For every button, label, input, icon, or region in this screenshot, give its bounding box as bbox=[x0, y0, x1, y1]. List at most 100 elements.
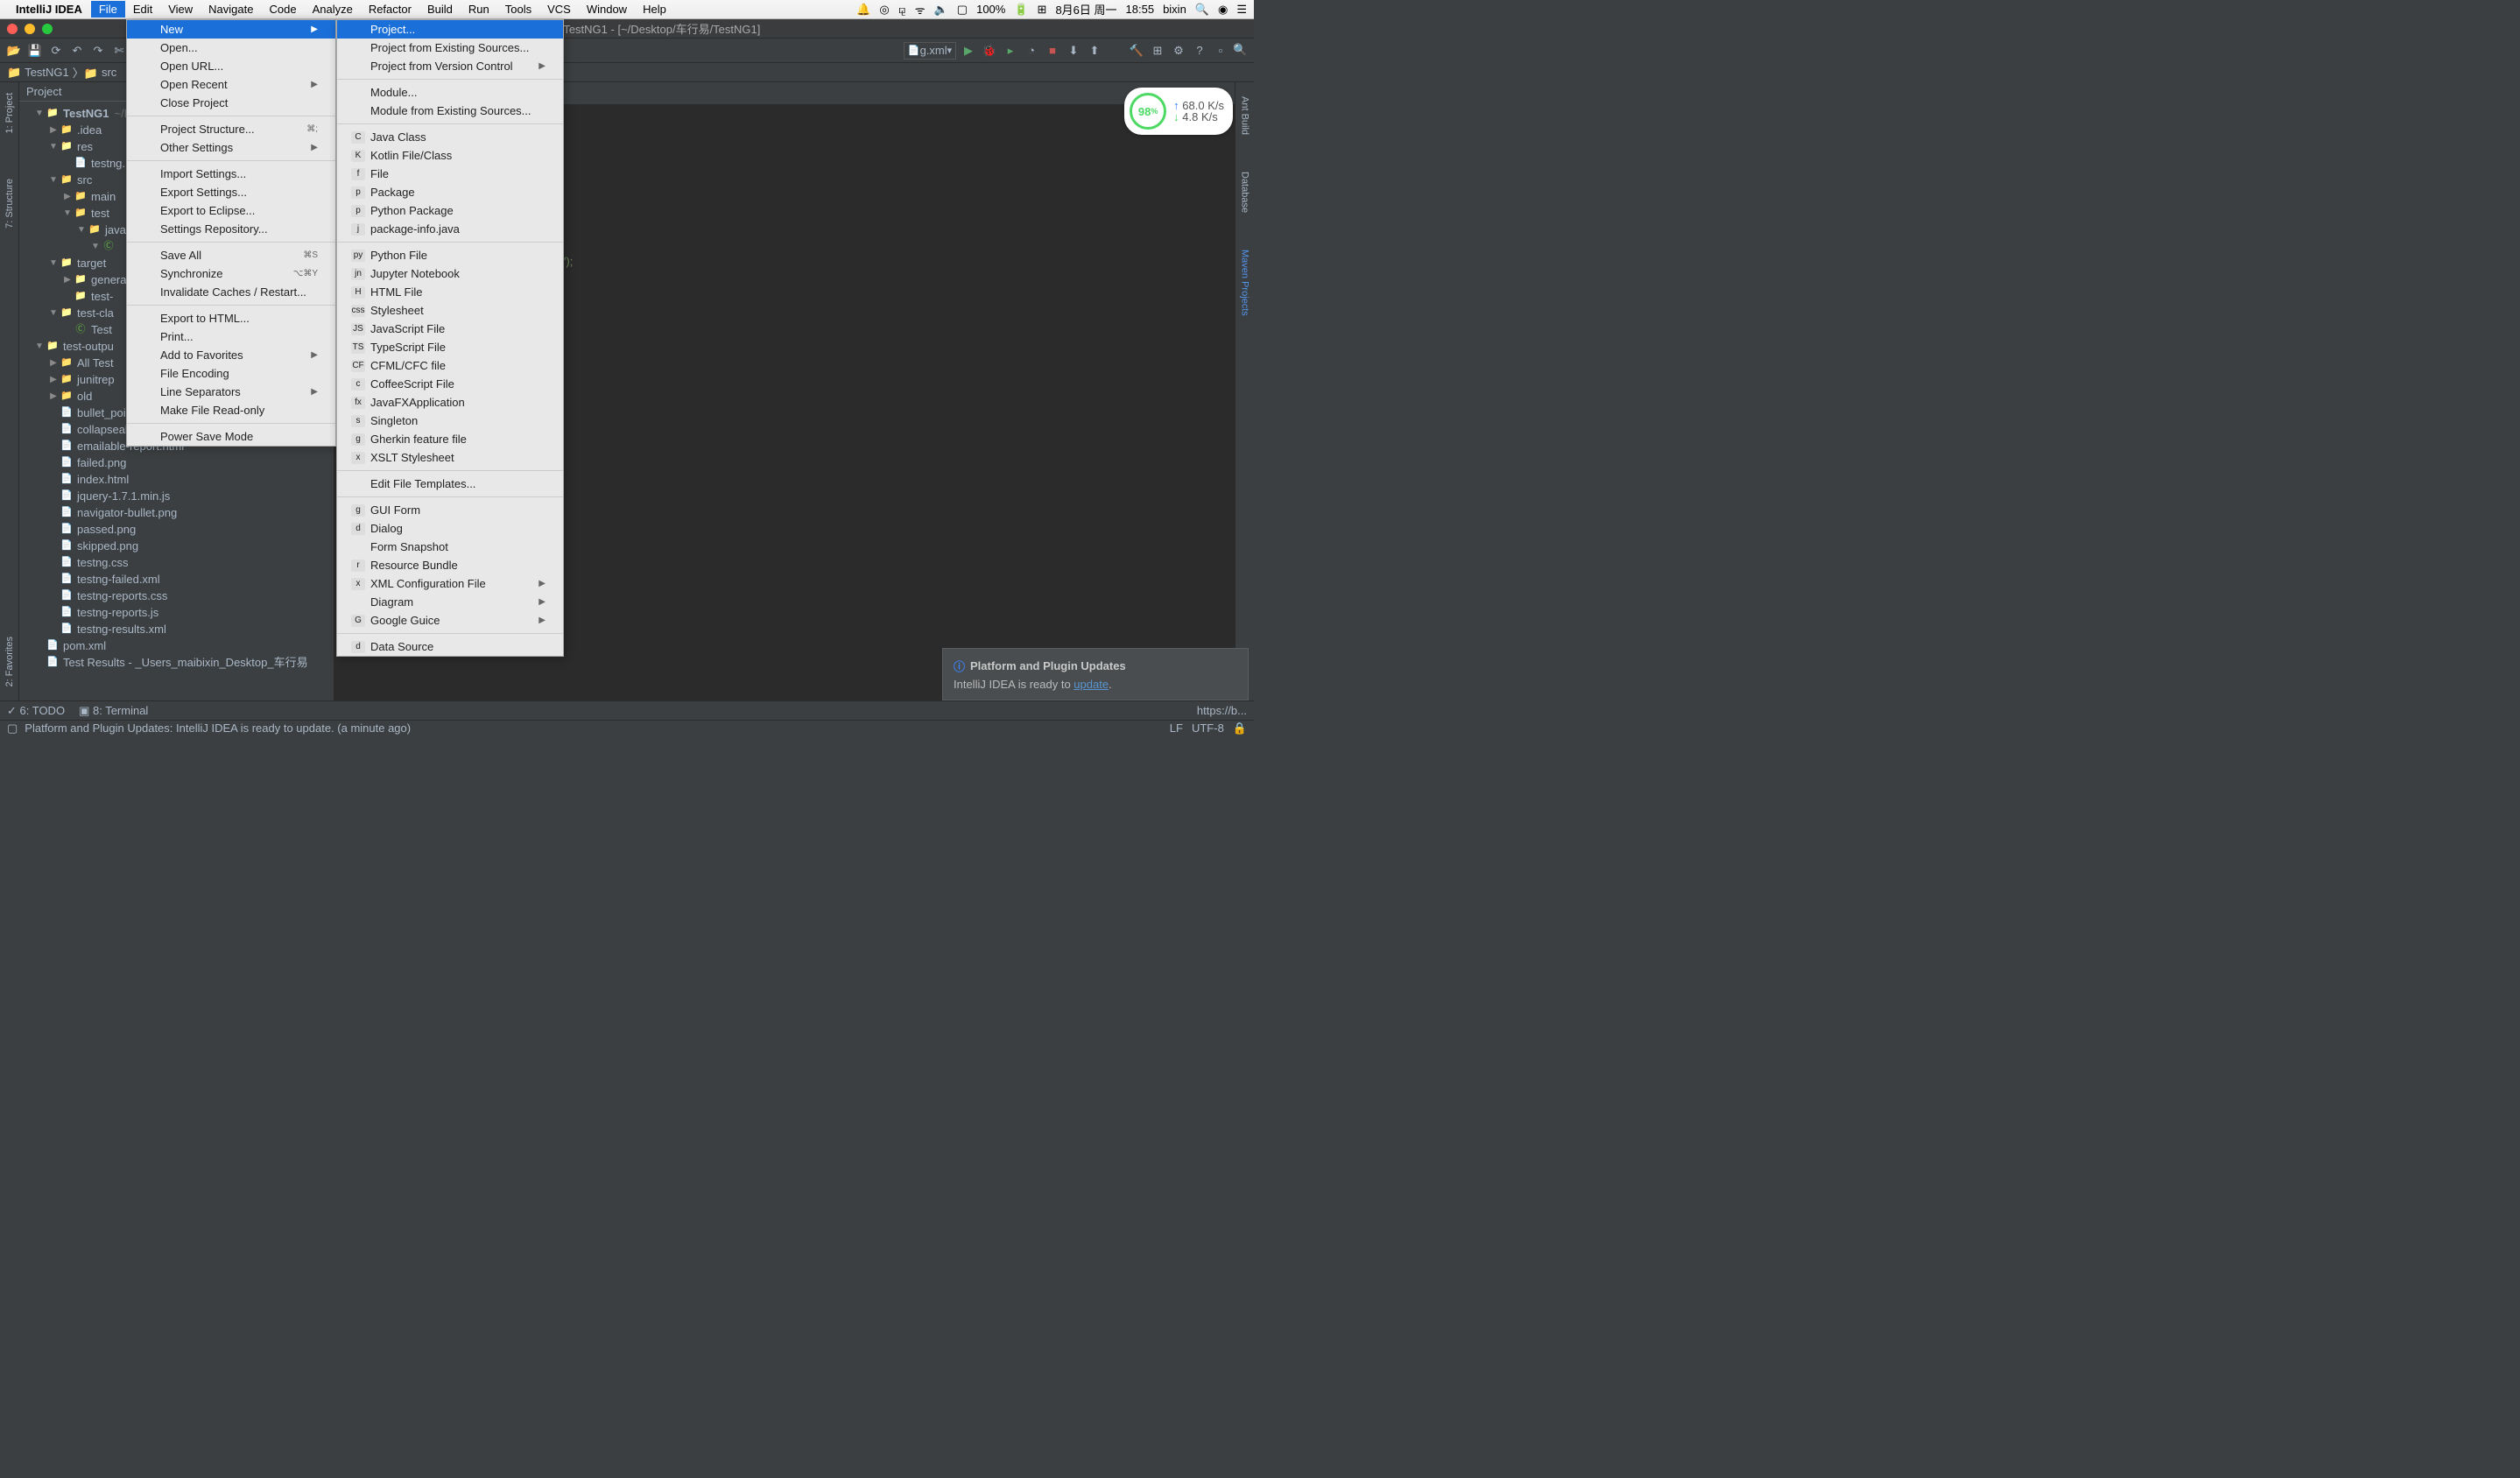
grid-icon[interactable]: ⊞ bbox=[1038, 3, 1047, 17]
menu-item[interactable]: Print... bbox=[127, 327, 335, 346]
tree-item[interactable]: 📄passed.png bbox=[19, 521, 334, 538]
menu-item[interactable]: Project... bbox=[337, 20, 563, 39]
run-config-selector[interactable]: 📄 g.xml ▾ bbox=[904, 42, 956, 60]
menu-edit[interactable]: Edit bbox=[125, 1, 160, 18]
menu-item[interactable]: Save All⌘S bbox=[127, 246, 335, 264]
menu-item[interactable]: fFile bbox=[337, 165, 563, 183]
ant-build-tab[interactable]: Ant Build bbox=[1240, 91, 1250, 140]
menu-item[interactable]: Line Separators▶ bbox=[127, 383, 335, 401]
menu-item[interactable]: Synchronize⌥⌘Y bbox=[127, 264, 335, 283]
menu-item[interactable]: Other Settings▶ bbox=[127, 138, 335, 157]
profile-icon[interactable]: ◔ bbox=[1023, 42, 1040, 60]
menu-item[interactable]: Export to Eclipse... bbox=[127, 201, 335, 220]
user-name[interactable]: bixin bbox=[1163, 3, 1186, 16]
tree-item[interactable]: 📄index.html bbox=[19, 471, 334, 488]
menu-item[interactable]: Project Structure...⌘; bbox=[127, 120, 335, 138]
menu-item[interactable]: Open... bbox=[127, 39, 335, 57]
menu-item[interactable]: TSTypeScript File bbox=[337, 338, 563, 356]
menu-item[interactable]: pPackage bbox=[337, 183, 563, 201]
airplay-icon[interactable]: ▢ bbox=[957, 3, 968, 17]
tree-item[interactable]: 📄Test Results - _Users_maibixin_Desktop_… bbox=[19, 654, 334, 671]
menu-code[interactable]: Code bbox=[261, 1, 304, 18]
menu-item[interactable]: xXML Configuration File▶ bbox=[337, 574, 563, 593]
volume-icon[interactable]: 🔈 bbox=[934, 3, 948, 17]
bluetooth-icon[interactable]: ⚼ bbox=[898, 3, 906, 17]
menu-item[interactable]: dData Source bbox=[337, 637, 563, 656]
menu-item[interactable]: Edit File Templates... bbox=[337, 475, 563, 493]
menu-vcs[interactable]: VCS bbox=[539, 1, 579, 18]
menu-item[interactable]: Export to HTML... bbox=[127, 309, 335, 327]
lock-icon[interactable]: 🔒 bbox=[1233, 721, 1247, 735]
menu-item[interactable]: CFCFML/CFC file bbox=[337, 356, 563, 375]
menu-window[interactable]: Window bbox=[579, 1, 635, 18]
menu-item[interactable]: jnJupyter Notebook bbox=[337, 264, 563, 283]
undo-icon[interactable]: ↶ bbox=[68, 42, 86, 60]
update-notification[interactable]: ⓘPlatform and Plugin Updates IntelliJ ID… bbox=[942, 648, 1249, 700]
menu-item[interactable]: Project from Existing Sources... bbox=[337, 39, 563, 57]
project-structure-icon[interactable]: ⊞ bbox=[1149, 42, 1166, 60]
notification-center-icon[interactable]: ☰ bbox=[1236, 3, 1247, 17]
battery-percentage[interactable]: 100% bbox=[976, 3, 1005, 16]
help-icon[interactable]: ? bbox=[1191, 42, 1208, 60]
breadcrumb[interactable]: 📁 TestNG1 〉📁 src bbox=[7, 64, 116, 81]
menu-navigate[interactable]: Navigate bbox=[201, 1, 261, 18]
menu-item[interactable]: gGUI Form bbox=[337, 501, 563, 519]
tree-item[interactable]: 📄failed.png bbox=[19, 454, 334, 471]
tree-item[interactable]: 📄testng-reports.css bbox=[19, 588, 334, 604]
open-icon[interactable]: 📂 bbox=[5, 42, 23, 60]
battery-icon[interactable]: 🔋 bbox=[1014, 3, 1028, 17]
tool-windows-icon[interactable]: ▢ bbox=[7, 721, 18, 735]
tree-item[interactable]: 📄navigator-bullet.png bbox=[19, 504, 334, 521]
menu-item[interactable]: jpackage-info.java bbox=[337, 220, 563, 238]
debug-icon[interactable]: 🐞 bbox=[981, 42, 998, 60]
maven-projects-tab[interactable]: Maven Projects bbox=[1240, 244, 1250, 321]
database-tab[interactable]: Database bbox=[1240, 166, 1250, 218]
menu-item[interactable]: pyPython File bbox=[337, 246, 563, 264]
siri-icon[interactable]: ◉ bbox=[1218, 3, 1228, 17]
close-window-button[interactable] bbox=[7, 24, 18, 34]
menu-item[interactable]: Project from Version Control▶ bbox=[337, 57, 563, 75]
menu-help[interactable]: Help bbox=[635, 1, 674, 18]
tree-item[interactable]: 📄testng-reports.js bbox=[19, 604, 334, 621]
event-log-link[interactable]: https://b... bbox=[1197, 704, 1247, 717]
maximize-window-button[interactable] bbox=[42, 24, 53, 34]
structure-tool-tab[interactable]: 7: Structure bbox=[4, 173, 15, 234]
menu-item[interactable]: cssStylesheet bbox=[337, 301, 563, 320]
menu-item[interactable]: Close Project bbox=[127, 94, 335, 112]
menu-item[interactable]: xXSLT Stylesheet bbox=[337, 448, 563, 467]
menu-item[interactable]: CJava Class bbox=[337, 128, 563, 146]
settings-icon[interactable]: ⚙ bbox=[1170, 42, 1187, 60]
menu-view[interactable]: View bbox=[160, 1, 201, 18]
menu-item[interactable]: pPython Package bbox=[337, 201, 563, 220]
coverage-icon[interactable]: ▸ bbox=[1002, 42, 1019, 60]
tree-item[interactable]: 📄jquery-1.7.1.min.js bbox=[19, 488, 334, 504]
network-speed-widget[interactable]: 98% ↑ 68.0 K/s ↓ 4.8 K/s bbox=[1124, 88, 1233, 135]
menu-item[interactable]: gGherkin feature file bbox=[337, 430, 563, 448]
terminal-tab[interactable]: ▣ 8: Terminal bbox=[79, 704, 148, 718]
todo-tab[interactable]: ✓ 6: TODO bbox=[7, 704, 65, 718]
menu-item[interactable]: Add to Favorites▶ bbox=[127, 346, 335, 364]
spotlight-icon[interactable]: 🔍 bbox=[1195, 3, 1209, 17]
search-everywhere-icon[interactable]: 🔍 bbox=[1233, 43, 1249, 59]
tree-item[interactable]: 📄skipped.png bbox=[19, 538, 334, 554]
menu-tools[interactable]: Tools bbox=[497, 1, 539, 18]
menu-item[interactable]: dDialog bbox=[337, 519, 563, 538]
date[interactable]: 8月6日 周一 bbox=[1055, 1, 1116, 18]
tool-icon[interactable]: ▫ bbox=[1212, 42, 1229, 60]
tree-item[interactable]: 📄pom.xml bbox=[19, 637, 334, 654]
cut-icon[interactable]: ✄ bbox=[110, 42, 128, 60]
menu-item[interactable]: Module from Existing Sources... bbox=[337, 102, 563, 120]
stop-icon[interactable]: ■ bbox=[1044, 42, 1061, 60]
favorites-tool-tab[interactable]: 2: Favorites bbox=[4, 631, 15, 692]
menu-item[interactable]: Settings Repository... bbox=[127, 220, 335, 238]
notification-icon[interactable]: 🔔 bbox=[856, 3, 870, 17]
vcs-update-icon[interactable]: ⬇ bbox=[1065, 42, 1082, 60]
menu-refactor[interactable]: Refactor bbox=[361, 1, 419, 18]
vcs-commit-icon[interactable]: ⬆ bbox=[1086, 42, 1103, 60]
menu-item[interactable]: cCoffeeScript File bbox=[337, 375, 563, 393]
project-tool-tab[interactable]: 1: Project bbox=[4, 88, 15, 138]
menu-item[interactable]: Module... bbox=[337, 83, 563, 102]
menu-run[interactable]: Run bbox=[461, 1, 497, 18]
menu-item[interactable]: HHTML File bbox=[337, 283, 563, 301]
sync-icon[interactable]: ⟳ bbox=[47, 42, 65, 60]
